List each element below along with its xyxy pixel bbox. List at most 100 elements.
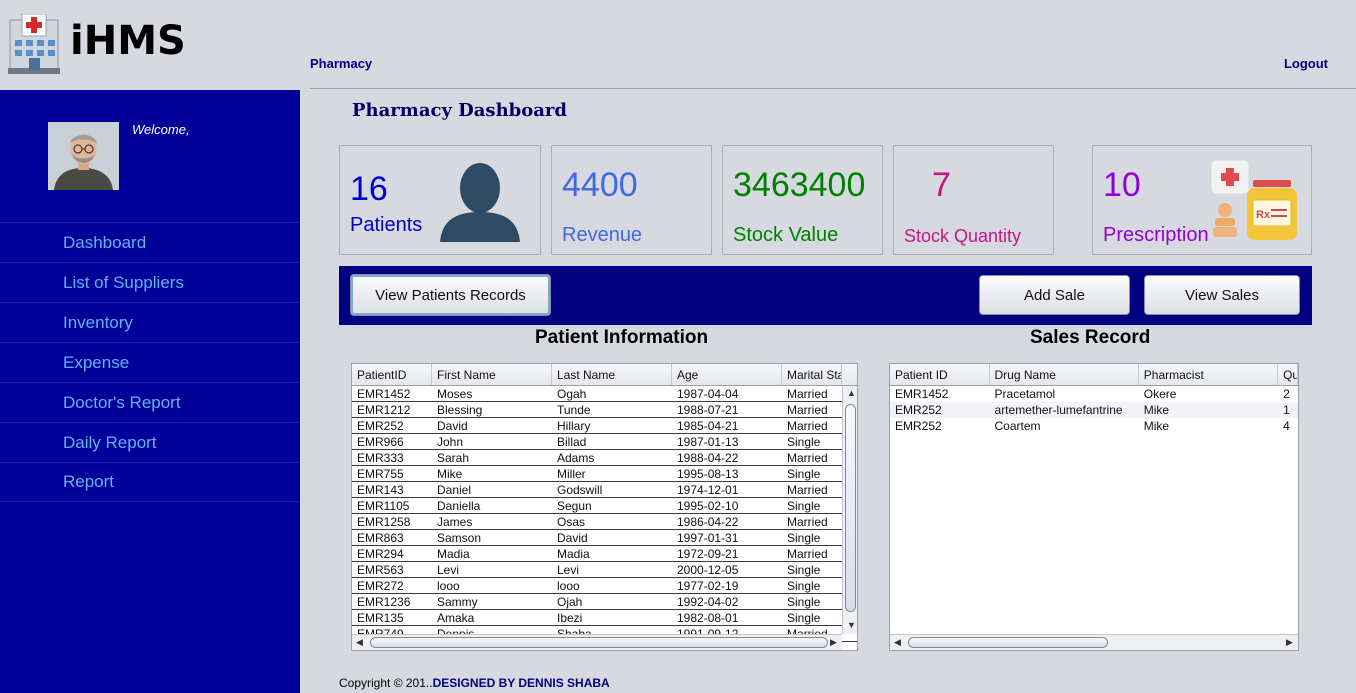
stock-value-label: Stock Value [733, 224, 839, 246]
footer: Copyright © 201..DESIGNED BY DENNIS SHAB… [339, 676, 610, 690]
logout-link[interactable]: Logout [1284, 56, 1328, 71]
column-header[interactable]: Pharmacist [1139, 364, 1279, 385]
column-header[interactable]: PatientID [352, 364, 432, 385]
column-header[interactable]: Last Name [552, 364, 672, 385]
column-header[interactable]: Patient ID [890, 364, 990, 385]
table-row[interactable]: EMR252 artemether-lumefantrine Mike 1 [890, 402, 1298, 418]
page-title: Pharmacy Dashboard [352, 100, 567, 121]
table-cell: Single [787, 531, 821, 545]
stock-quantity-label: Stock Quantity [904, 226, 1022, 246]
table-cell: 1985-04-21 [677, 419, 739, 433]
view-sales-button[interactable]: View Sales [1144, 275, 1300, 315]
revenue-value: 4400 [562, 166, 638, 204]
stock-quantity-value: 7 [932, 166, 951, 204]
table-cell: David [557, 531, 588, 545]
table-cell: Married [787, 403, 828, 417]
prescription-medicine-icon: Rx [1210, 159, 1297, 240]
table-row[interactable]: EMR1212 Blessing Tunde 1988-07-21 Married [352, 402, 857, 418]
table-cell: looo [437, 579, 460, 593]
add-sale-button[interactable]: Add Sale [979, 275, 1130, 315]
table-row[interactable]: EMR135 Amaka Ibezi 1982-08-01 Single [352, 610, 857, 626]
sales-record-title: Sales Record [1030, 327, 1151, 348]
table-cell: Sammy [437, 595, 478, 609]
table-row[interactable]: EMR863 Samson David 1997-01-31 Single [352, 530, 857, 546]
patient-table: PatientID First Name Last Name Age Marit… [351, 363, 858, 651]
sidebar-item-report[interactable]: Report [0, 462, 300, 502]
table-cell: Madia [557, 547, 590, 561]
module-label: Pharmacy [310, 56, 373, 71]
table-cell: 1977-02-19 [677, 579, 739, 593]
column-header[interactable]: Qu [1278, 364, 1298, 385]
designer-credit: DESIGNED BY DENNIS SHABA [432, 676, 610, 690]
stock-quantity-card: 7 Stock Quantity [893, 145, 1054, 255]
table-row[interactable]: EMR1452 Moses Ogah 1987-04-04 Married [352, 386, 857, 402]
user-avatar-icon [48, 122, 119, 190]
patient-information-title: Patient Information [535, 327, 709, 348]
table-cell: James [437, 515, 473, 529]
column-header[interactable]: First Name [432, 364, 552, 385]
app-title: iHMS [70, 18, 186, 64]
table-cell: Single [787, 579, 821, 593]
table-cell: Married [787, 547, 828, 561]
welcome-text: Welcome, [132, 122, 190, 137]
patient-silhouette-icon [440, 163, 520, 242]
table-cell: EMR333 [357, 451, 404, 465]
table-row[interactable]: EMR1236 Sammy Ojah 1992-04-02 Single [352, 594, 857, 610]
table-cell: 1997-01-31 [677, 531, 739, 545]
table-row[interactable]: EMR143 Daniel Godswill 1974-12-01 Married [352, 482, 857, 498]
table-cell: Daniella [437, 499, 481, 513]
table-cell: Moses [437, 387, 473, 401]
table-cell: John [437, 435, 464, 449]
patient-table-vertical-scrollbar[interactable]: ▲ ▼ [842, 386, 857, 634]
sidebar-item-expense[interactable]: Expense [0, 342, 300, 382]
scroll-left-arrow-icon[interactable]: ◀ [356, 637, 363, 648]
scroll-thumb[interactable] [908, 637, 1108, 648]
sales-table-header: Patient ID Drug Name Pharmacist Qu [890, 364, 1298, 386]
table-row[interactable]: EMR966 John Billad 1987-01-13 Single [352, 434, 857, 450]
table-cell: EMR143 [357, 483, 404, 497]
column-header[interactable]: Age [672, 364, 782, 385]
table-row[interactable]: EMR294 Madia Madia 1972-09-21 Married [352, 546, 857, 562]
table-cell: 2000-12-05 [677, 563, 739, 577]
scroll-down-arrow-icon[interactable]: ▼ [847, 620, 856, 630]
scroll-thumb[interactable] [370, 637, 828, 648]
table-row[interactable]: EMR333 Sarah Adams 1988-04-22 Married [352, 450, 857, 466]
table-row[interactable]: EMR272 looo looo 1977-02-19 Single [352, 578, 857, 594]
sidebar-item-inventory[interactable]: Inventory [0, 302, 300, 342]
scroll-right-arrow-icon[interactable]: ▶ [830, 637, 837, 648]
table-cell: Adams [557, 451, 595, 465]
sidebar-item-doctors-report[interactable]: Doctor's Report [0, 382, 300, 422]
scroll-left-arrow-icon[interactable]: ◀ [894, 637, 901, 648]
table-row[interactable]: EMR252 David Hillary 1985-04-21 Married [352, 418, 857, 434]
table-row[interactable]: EMR252 Coartem Mike 4 [890, 418, 1298, 434]
table-cell: Miller [557, 467, 586, 481]
table-cell: 1972-09-21 [677, 547, 739, 561]
patient-table-horizontal-scrollbar[interactable]: ◀ ▶ [352, 634, 842, 650]
sidebar-item-daily-report[interactable]: Daily Report [0, 422, 300, 462]
table-row[interactable]: EMR1452 Pracetamol Okere 2 [890, 386, 1298, 402]
table-cell: Samson [437, 531, 482, 545]
table-cell: Ogah [557, 387, 587, 401]
table-row[interactable]: EMR755 Mike Miller 1995-08-13 Single [352, 466, 857, 482]
scroll-right-arrow-icon[interactable]: ▶ [1286, 637, 1293, 648]
column-header[interactable]: Marital Sta [782, 364, 842, 385]
prescription-count: 10 [1103, 166, 1141, 204]
sidebar-item-list-of-suppliers[interactable]: List of Suppliers [0, 262, 300, 302]
table-cell: Mike [437, 467, 463, 481]
table-row[interactable]: EMR1258 James Osas 1986-04-22 Married [352, 514, 857, 530]
table-cell: 1982-08-01 [677, 611, 739, 625]
sidebar-item-dashboard[interactable]: Dashboard [0, 222, 300, 262]
table-cell: Osas [557, 515, 586, 529]
table-row[interactable]: EMR1105 Daniella Segun 1995-02-10 Single [352, 498, 857, 514]
copyright-text: Copyright © 201.. [339, 676, 433, 690]
table-cell: Mike [1143, 403, 1170, 417]
table-cell: EMR863 [357, 531, 404, 545]
table-row[interactable]: EMR563 Levi Levi 2000-12-05 Single [352, 562, 857, 578]
table-cell: Ibezi [557, 611, 583, 625]
table-cell: Segun [557, 499, 592, 513]
view-patients-records-button[interactable]: View Patients Records [350, 274, 551, 316]
scroll-up-arrow-icon[interactable]: ▲ [847, 388, 856, 398]
column-header[interactable]: Drug Name [990, 364, 1139, 385]
scroll-thumb[interactable] [845, 404, 856, 612]
sales-table-horizontal-scrollbar[interactable]: ◀ ▶ [890, 634, 1298, 650]
